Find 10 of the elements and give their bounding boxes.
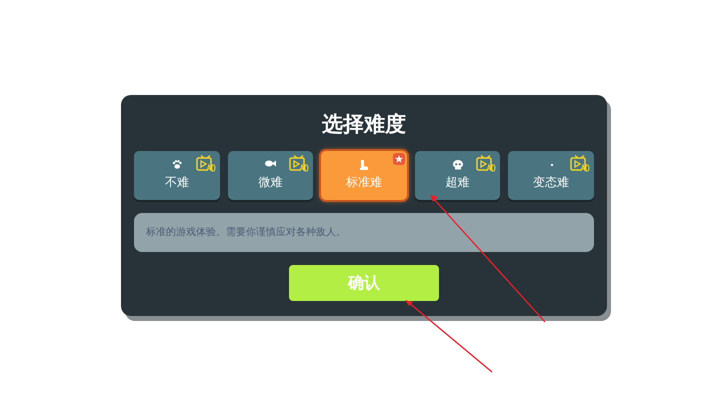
difficulty-button[interactable]: 不难 (134, 151, 220, 200)
boot-icon (358, 160, 369, 170)
dialog-title: 选择难度 (322, 111, 406, 138)
difficulty-button[interactable]: 微难 (228, 151, 314, 200)
paw-icon (172, 160, 182, 169)
difficulty-button[interactable]: 超难 (414, 151, 500, 200)
difficulty-button[interactable]: 变态难 (508, 151, 594, 200)
fish-icon (265, 160, 276, 167)
description-text: 标准的游戏体验。需要你谨慎应对各种敌人。 (146, 227, 346, 238)
skull-icon (452, 160, 463, 170)
